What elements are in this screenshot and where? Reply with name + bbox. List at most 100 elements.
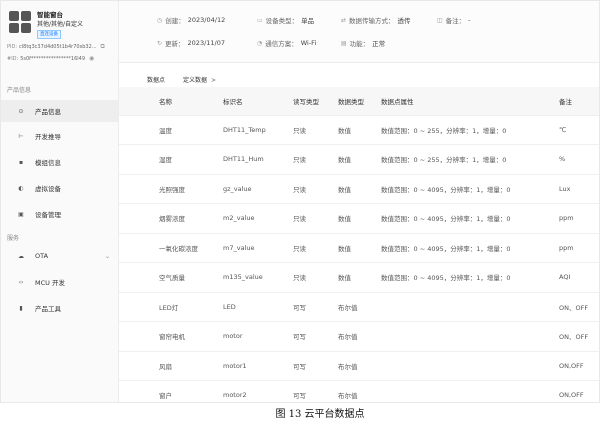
secret-id-value: 5s0f****************16l49 — [20, 55, 86, 62]
cell-name: 一氧化碳浓度 — [119, 233, 223, 263]
table-row[interactable]: 温度 DHT11_Temp 只读 数值 数值范围：0 ~ 255，分辨率：1，增量：0 ℃ — [119, 115, 599, 145]
chevron-down-icon: ⌄ — [104, 252, 110, 260]
code-icon: ⊢ — [18, 132, 24, 140]
cell-data-type: 数值 — [338, 115, 381, 145]
table-row[interactable]: 光照强度 gz_value 只读 数值 数值范围：0 ~ 4095，分辨率：1，增量：0… — [119, 174, 599, 204]
sidebar-item-module-info[interactable]: ▪ 模组信息 — [1, 151, 118, 173]
cell-remark: ppm — [559, 233, 599, 263]
cell-rw-type: 只读 — [293, 262, 338, 293]
created-value: 2023/04/12 — [187, 16, 226, 24]
cell-identifier: DHT11_Temp — [223, 115, 293, 145]
sidebar-item-dev-guide[interactable]: ⊢ 开发推导 — [1, 125, 118, 147]
cell-remark: ℃ — [559, 115, 599, 145]
cell-name: LED灯 — [119, 292, 223, 322]
wifi-icon: ◔ — [257, 39, 263, 47]
cell-attributes — [381, 321, 559, 352]
product-header: 智能窗台 其他/其他/自定义 直连设备 — [9, 11, 83, 39]
sidebar-item-ota[interactable]: ☁ OTA ⌄ — [1, 245, 118, 267]
chevron-right-icon: > — [210, 76, 216, 84]
func-label: 功能： — [349, 40, 370, 48]
header-attributes: 数据点属性 — [381, 87, 559, 116]
table-row[interactable]: 窗帘电机 motor 可写 布尔值 ON、OFF — [119, 321, 599, 352]
device-icon: ▣ — [18, 210, 24, 218]
note-info: ◫ 备注： - — [437, 15, 471, 25]
updated-value: 2023/11/07 — [187, 39, 225, 47]
sidebar-item-label: 产品工具 — [35, 305, 61, 313]
app-window: 智能窗台 其他/其他/自定义 直连设备 PID: cl8tq3c37d4d05t… — [0, 0, 600, 403]
cell-identifier: LED — [223, 292, 293, 322]
func-value: 正常 — [372, 40, 386, 48]
cell-name: 风扇 — [119, 351, 223, 381]
note-value: - — [468, 16, 471, 24]
clock-icon: ◷ — [157, 16, 163, 24]
secret-id-label: #ID: — [7, 55, 19, 62]
section-service-label: 服务 — [7, 235, 20, 242]
breadcrumb: 数据点 定义数据 > — [119, 72, 599, 86]
copy-icon[interactable]: ⧉ — [101, 43, 105, 51]
cell-remark: ppm — [559, 203, 599, 234]
module-icon: ▪ — [18, 158, 24, 166]
header-name: 名称 — [119, 87, 223, 116]
device-type-value: 单品 — [301, 17, 315, 25]
cell-data-type: 数值 — [338, 174, 381, 204]
product-info-bar: ◷ 创建： 2023/04/12 ▭ 设备类型： 单品 ⇄ 数据传输方式： 透传… — [119, 1, 599, 63]
cell-attributes — [381, 380, 559, 402]
product-name: 智能窗台 — [37, 11, 63, 19]
table-header-row: 名称 标识名 读写类型 数据类型 数据点属性 备注 — [119, 87, 599, 116]
table-row[interactable]: 烟雾浓度 m2_value 只读 数值 数值范围：0 ~ 4095，分辨率：1，增量：0… — [119, 203, 599, 234]
tab-custom-data[interactable]: 定义数据 > — [177, 75, 228, 84]
cell-attributes: 数值范围：0 ~ 4095，分辨率：1，增量：0 — [381, 174, 559, 204]
cell-identifier: m2_value — [223, 203, 293, 234]
cell-attributes — [381, 351, 559, 381]
table-row[interactable]: LED灯 LED 可写 布尔值 ON、OFF — [119, 292, 599, 322]
tab-datapoints[interactable]: 数据点 — [119, 75, 177, 84]
sidebar-item-product-info[interactable]: ⊙ 产品信息 — [1, 100, 118, 122]
cell-remark: ON、OFF — [559, 321, 599, 352]
cell-attributes: 数值范围：0 ~ 255，分辨率：1，增量：0 — [381, 115, 559, 145]
sidebar-item-virtual-device[interactable]: ◐ 虚拟设备 — [1, 177, 118, 199]
cell-remark: ON,OFF — [559, 380, 599, 402]
cell-rw-type: 只读 — [293, 115, 338, 145]
created-label: 创建： — [165, 17, 185, 25]
sidebar-item-mcu-dev[interactable]: ‹› MCU 开发 — [1, 271, 118, 293]
secret-id-row: #ID: 5s0f****************16l49 ◉ — [7, 55, 94, 62]
cell-rw-type: 只读 — [293, 174, 338, 204]
header-identifier: 标识名 — [223, 87, 293, 116]
created-info: ◷ 创建： 2023/04/12 — [157, 15, 225, 25]
table-row[interactable]: 风扇 motor1 可写 布尔值 ON,OFF — [119, 351, 599, 381]
table-row[interactable]: 空气质量 m135_value 只读 数值 数值范围：0 ~ 4095，分辨率：1，增量… — [119, 262, 599, 293]
table-row[interactable]: 窗户 motor2 可写 布尔值 ON,OFF — [119, 380, 599, 402]
cell-rw-type: 只读 — [293, 233, 338, 263]
product-logo-icon — [9, 11, 31, 33]
table-row[interactable]: 湿度 DHT11_Hum 只读 数值 数值范围：0 ~ 255，分辨率：1，增量：0% — [119, 144, 599, 175]
cell-identifier: DHT11_Hum — [223, 144, 293, 175]
view-icon[interactable]: ◉ — [89, 55, 94, 62]
figure-caption: 图 13 云平台数据点 — [275, 409, 365, 420]
cell-rw-type: 可写 — [293, 321, 338, 352]
cell-remark: ON,OFF — [559, 351, 599, 381]
comm-info: ◔ 通信方案： Wi-Fi — [257, 38, 316, 48]
sidebar-item-device-management[interactable]: ▣ 设备管理 — [1, 203, 118, 225]
cell-identifier: m135_value — [223, 262, 293, 293]
cell-identifier: motor2 — [223, 380, 293, 402]
sidebar-item-label: MCU 开发 — [35, 279, 65, 287]
table-row[interactable]: 一氧化碳浓度 m7_value 只读 数值 数值范围：0 ~ 4095，分辨率：1，增量… — [119, 233, 599, 263]
cell-remark: % — [559, 144, 599, 175]
sidebar-item-product-tools[interactable]: ▮ 产品工具 — [1, 297, 118, 319]
cell-rw-type: 只读 — [293, 144, 338, 175]
cell-data-type: 数值 — [338, 203, 381, 234]
transfer-icon: ⇄ — [341, 16, 347, 24]
sidebar-item-label: 设备管理 — [35, 211, 61, 219]
sidebar-item-label: 产品信息 — [35, 108, 61, 116]
mcu-icon: ‹› — [18, 278, 24, 286]
comm-value: Wi-Fi — [300, 39, 317, 47]
comm-label: 通信方案： — [265, 40, 298, 48]
cell-remark: AQI — [559, 262, 599, 293]
ota-icon: ☁ — [18, 252, 24, 260]
note-label: 备注： — [445, 17, 466, 25]
sidebar-item-label: 开发推导 — [35, 133, 61, 141]
func-info: ▤ 功能： 正常 — [341, 38, 386, 49]
cell-data-type: 数值 — [338, 233, 381, 263]
cell-name: 湿度 — [119, 144, 223, 175]
cell-identifier: motor1 — [223, 351, 293, 381]
